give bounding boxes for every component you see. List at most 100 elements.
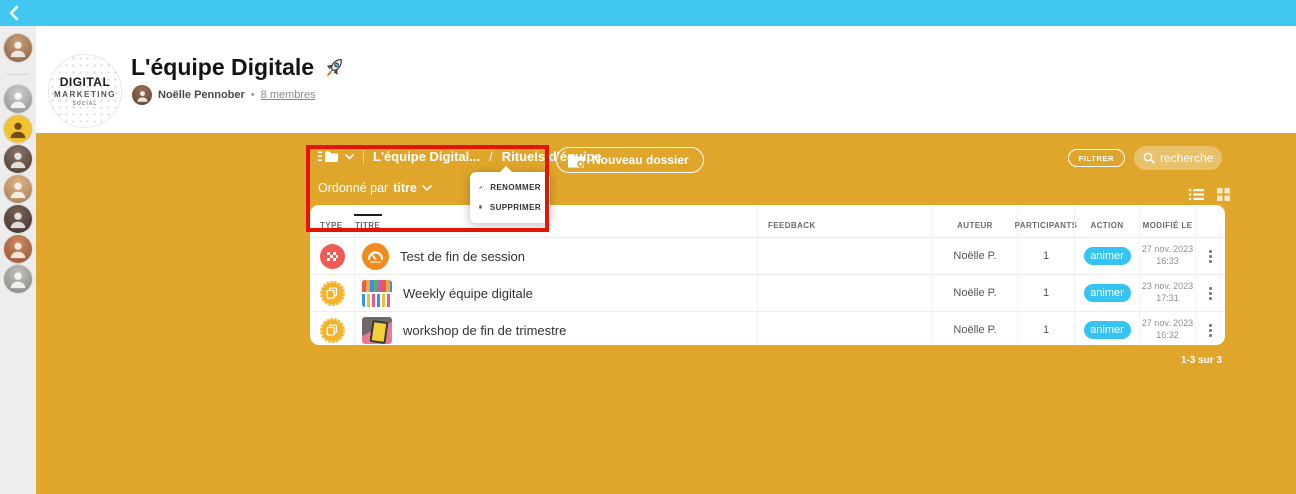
top-bar [0, 0, 1296, 26]
breadcrumb-separator: / [489, 149, 493, 164]
member-avatar[interactable] [4, 145, 32, 173]
team-logo-text: SOCIAL [73, 101, 98, 107]
member-avatar-selected[interactable] [4, 115, 32, 143]
rocket-icon [317, 51, 351, 85]
member-avatar[interactable] [4, 265, 32, 293]
table-row[interactable]: Weekly équipe digitale Noëlle P. 1 anime… [310, 274, 1225, 311]
pagination-label: 1-3 sur 3 [1181, 355, 1222, 366]
list-view-icon [1189, 188, 1204, 201]
toolbar-separator [363, 150, 364, 164]
person-icon [7, 178, 29, 200]
column-header-participants[interactable]: PARTICIPANTS [1017, 205, 1074, 237]
feedback-cell [757, 275, 932, 311]
checkered-flag-icon [326, 250, 339, 263]
session-title[interactable]: workshop de fin de trimestre [403, 323, 566, 338]
folder-context-menu: RENOMMER SUPPRIMER [470, 172, 550, 223]
new-folder-label: Nouveau dossier [592, 153, 689, 167]
filter-button[interactable]: FILTRER [1068, 149, 1125, 167]
context-menu-label: RENOMMER [490, 183, 541, 192]
participants-cell: 1 [1017, 238, 1074, 274]
copy-cards-icon [326, 324, 338, 336]
context-menu-item-delete[interactable]: SUPPRIMER [470, 197, 550, 217]
grid-view-icon [1217, 188, 1230, 201]
session-title[interactable]: Test de fin de session [400, 249, 525, 264]
table-header-row: TYPE TITRE FEEDBACK AUTEUR PARTICIPANTS … [310, 205, 1225, 237]
person-icon [7, 88, 29, 110]
session-thumbnail [362, 280, 392, 307]
feedback-cell [757, 312, 932, 345]
sessions-table: TYPE TITRE FEEDBACK AUTEUR PARTICIPANTS … [310, 205, 1225, 345]
table-row[interactable]: Test de fin de session Noëlle P. 1 anime… [310, 237, 1225, 274]
author-cell: Noëlle P. [932, 312, 1017, 345]
owner-name: Noëlle Pennober [158, 89, 245, 101]
session-thumbnail [362, 317, 392, 344]
pencil-icon [479, 182, 482, 193]
feedback-cell [757, 238, 932, 274]
sidebar-divider [7, 74, 29, 75]
list-view-button[interactable] [1189, 188, 1204, 201]
modified-cell: 27 nov. 202316:33 [1139, 238, 1195, 274]
kebab-menu-icon[interactable] [1209, 287, 1212, 300]
column-header-modifie[interactable]: MODIFIÉ LE [1139, 205, 1195, 237]
folder-menu-button[interactable] [318, 149, 354, 164]
trash-icon [479, 201, 482, 213]
person-icon [7, 238, 29, 260]
column-header-action[interactable]: ACTION [1074, 205, 1139, 237]
main-content: L'équipe Digital... / Rituels d'équipe N… [36, 133, 1296, 494]
person-icon [7, 208, 29, 230]
column-header-menu [1195, 205, 1225, 237]
sort-value: titre [393, 181, 417, 195]
sort-selector[interactable]: Ordonné par titre [318, 181, 432, 195]
kebab-menu-icon[interactable] [1209, 324, 1212, 337]
member-avatar[interactable] [4, 34, 32, 62]
breadcrumb-parent[interactable]: L'équipe Digital... [373, 149, 480, 164]
participants-cell: 1 [1017, 275, 1074, 311]
table-row[interactable]: workshop de fin de trimestre Noëlle P. 1… [310, 311, 1225, 345]
search-icon [1143, 152, 1155, 164]
folder-plus-icon [567, 153, 585, 168]
author-cell: Noëlle P. [932, 238, 1017, 274]
page-title: L'équipe Digitale [131, 54, 314, 81]
copy-cards-icon [326, 287, 338, 299]
team-logo-text: DIGITAL [60, 75, 111, 89]
member-avatar[interactable] [4, 205, 32, 233]
modified-cell: 27 nov. 202316:32 [1139, 312, 1195, 345]
chevron-down-icon [345, 154, 354, 160]
animer-button[interactable]: animer [1084, 321, 1131, 339]
person-icon [135, 88, 150, 103]
context-menu-label: SUPPRIMER [490, 203, 541, 212]
session-thumbnail [362, 243, 389, 270]
member-avatar[interactable] [4, 235, 32, 263]
animer-button[interactable]: animer [1084, 284, 1131, 302]
sort-prefix-label: Ordonné par [318, 181, 388, 195]
gauge-icon [366, 248, 385, 264]
column-header-feedback[interactable]: FEEDBACK [757, 205, 932, 237]
person-icon [7, 148, 29, 170]
modified-cell: 23 nov. 202317:31 [1139, 275, 1195, 311]
type-badge [310, 238, 354, 274]
session-title[interactable]: Weekly équipe digitale [403, 286, 533, 301]
participants-cell: 1 [1017, 312, 1074, 345]
animer-button[interactable]: animer [1084, 247, 1131, 265]
members-sidebar [0, 26, 36, 494]
member-avatar[interactable] [4, 85, 32, 113]
context-menu-item-rename[interactable]: RENOMMER [470, 178, 550, 197]
column-header-type[interactable]: TYPE [310, 205, 354, 237]
person-icon [7, 37, 29, 59]
search-box [1134, 146, 1222, 170]
new-folder-button[interactable]: Nouveau dossier [556, 147, 704, 173]
column-header-auteur[interactable]: AUTEUR [932, 205, 1017, 237]
member-avatar[interactable] [4, 175, 32, 203]
grid-view-button[interactable] [1217, 188, 1230, 201]
person-icon [7, 118, 29, 140]
back-button[interactable] [8, 4, 26, 22]
column-header-titre[interactable]: TITRE [354, 205, 757, 237]
separator-dot: • [251, 89, 255, 101]
type-badge [310, 312, 354, 345]
members-count-link[interactable]: 8 membres [261, 89, 316, 101]
person-icon [7, 268, 29, 290]
kebab-menu-icon[interactable] [1209, 250, 1212, 263]
owner-avatar [132, 85, 152, 105]
chevron-left-icon [8, 5, 20, 21]
chevron-down-icon [422, 185, 432, 191]
